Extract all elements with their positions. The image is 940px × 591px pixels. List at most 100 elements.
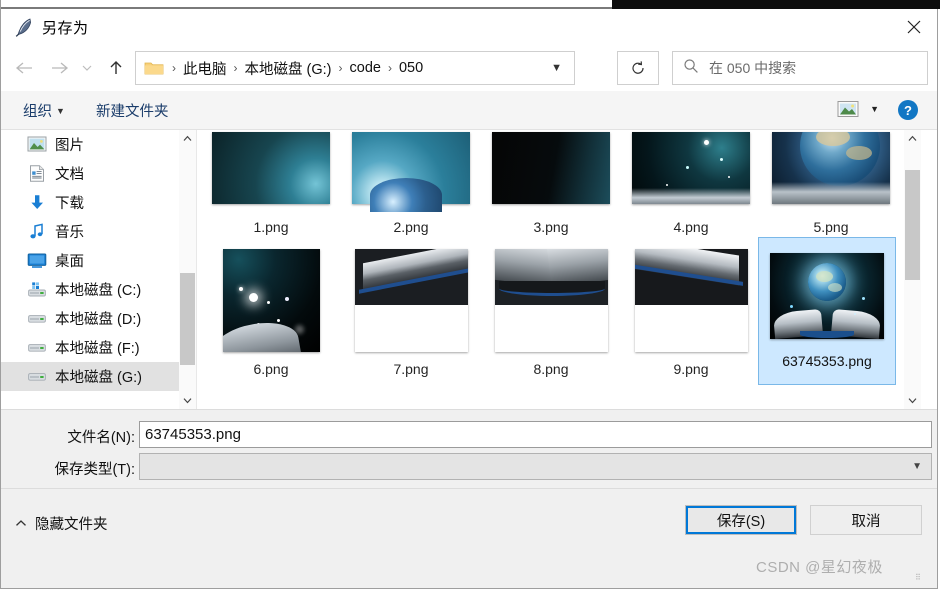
sidebar-item-local-disk-d[interactable]: 本地磁盘 (D:) [1, 304, 179, 333]
svg-text:?: ? [904, 103, 912, 118]
drive-icon [27, 368, 47, 386]
file-item-63745353[interactable]: 63745353.png [758, 237, 896, 385]
filetype-label: 保存类型(T): [54, 462, 135, 478]
refresh-button[interactable] [617, 51, 659, 85]
chevron-up-icon [183, 135, 192, 141]
sidebar-item-local-disk-f[interactable]: 本地磁盘 (F:) [1, 333, 179, 362]
sidebar-item-desktop[interactable]: 桌面 [1, 246, 179, 275]
thumbnail-image [222, 248, 320, 352]
background-window-strip [612, 0, 940, 9]
thumbnail [626, 246, 756, 354]
sidebar-item-label: 本地磁盘 (G:) [55, 370, 142, 386]
navigation-pane-scrollbar[interactable] [179, 130, 197, 409]
back-button[interactable] [9, 53, 39, 83]
file-name: 8.png [533, 361, 569, 377]
arrow-right-icon [52, 62, 69, 74]
file-item-4[interactable]: 4.png [621, 130, 761, 237]
save-button[interactable]: 保存(S) [685, 505, 797, 535]
chevron-down-icon [82, 65, 92, 71]
thumbnail [206, 246, 336, 354]
breadcrumb-item-2[interactable]: code [347, 59, 384, 77]
sidebar-item-label: 本地磁盘 (C:) [55, 283, 142, 299]
new-folder-button[interactable]: 新建文件夹 [96, 100, 169, 121]
chevron-down-icon: ▼ [56, 106, 65, 116]
thumbnail-image [772, 132, 890, 204]
drive-icon [27, 339, 47, 357]
thumbnail-image [632, 132, 750, 204]
forward-button[interactable] [45, 53, 75, 83]
sidebar-item-local-disk-g[interactable]: 本地磁盘 (G:) [1, 362, 179, 391]
file-item-3[interactable]: 3.png [481, 130, 621, 237]
dialog-footer: 隐藏文件夹 保存(S) 取消 [1, 488, 937, 570]
sidebar-item-label: 桌面 [55, 254, 84, 270]
close-button[interactable] [891, 9, 937, 45]
close-icon [907, 20, 921, 34]
arrow-left-icon [15, 62, 32, 74]
thumbnail [626, 130, 756, 212]
save-as-dialog: 另存为 › 此电脑 › 本地磁盘 (G:) › code › 050 ▼ 在 0… [0, 9, 938, 589]
navigation-bar: › 此电脑 › 本地磁盘 (G:) › code › 050 ▼ 在 050 中… [1, 45, 937, 91]
address-dropdown-chevron-down-icon[interactable]: ▼ [543, 62, 570, 74]
help-question-icon[interactable]: ? [897, 99, 919, 121]
cancel-button[interactable]: 取消 [810, 505, 922, 535]
address-bar[interactable]: › 此电脑 › 本地磁盘 (G:) › code › 050 ▼ [135, 51, 575, 85]
sidebar-item-label: 本地磁盘 (D:) [55, 312, 142, 328]
chevron-down-icon[interactable]: ▼ [912, 461, 926, 472]
organize-button[interactable]: 组织 ▼ [23, 100, 65, 121]
filename-input[interactable]: 63745353.png [139, 421, 932, 448]
file-item-9[interactable]: 9.png [621, 246, 761, 379]
thumbnail [346, 246, 476, 354]
sidebar-item-downloads[interactable]: 下载 [1, 188, 179, 217]
sidebar-item-local-disk-c[interactable]: 本地磁盘 (C:) [1, 275, 179, 304]
sidebar-item-pictures[interactable]: 图片 [1, 130, 179, 159]
scrollbar-thumb[interactable] [180, 273, 195, 365]
thumbnail-image [212, 132, 330, 204]
scroll-up-button[interactable] [179, 130, 196, 147]
title-bar: 另存为 [1, 9, 937, 45]
search-icon [683, 58, 699, 79]
page-title: 另存为 [42, 20, 89, 37]
sidebar-item-label: 图片 [55, 138, 84, 154]
thumbnail [762, 246, 892, 346]
recent-locations-button[interactable] [77, 53, 97, 83]
scroll-up-button[interactable] [904, 130, 921, 147]
thumbnail [486, 130, 616, 212]
breadcrumb-separator: › [338, 61, 343, 75]
file-item-1[interactable]: 1.png [201, 130, 341, 237]
file-item-8[interactable]: 8.png [481, 246, 621, 379]
chevron-up-icon [15, 518, 27, 530]
thumbnail [206, 130, 336, 212]
sidebar-item-label: 本地磁盘 (F:) [55, 341, 140, 357]
scroll-down-button[interactable] [179, 392, 196, 409]
breadcrumb-item-3[interactable]: 050 [396, 59, 426, 77]
file-item-5[interactable]: 5.png [761, 130, 901, 237]
filetype-dropdown[interactable]: ▼ [139, 453, 932, 480]
file-name: 63745353.png [782, 353, 872, 369]
sidebar-item-label: 音乐 [55, 225, 84, 241]
organize-label: 组织 [23, 104, 52, 120]
file-list-view[interactable]: 1.png 2.png 3.png 4.png 5.png 6.png 7.pn… [197, 130, 922, 409]
search-input[interactable]: 在 050 中搜索 [709, 58, 796, 78]
file-item-6[interactable]: 6.png [201, 246, 341, 379]
search-box[interactable]: 在 050 中搜索 [672, 51, 928, 85]
sidebar-item-documents[interactable]: 文档 [1, 159, 179, 188]
file-item-2[interactable]: 2.png [341, 130, 481, 237]
file-list-scrollbar[interactable] [904, 130, 921, 409]
file-name: 4.png [673, 219, 709, 235]
background-window-corner [0, 0, 1, 9]
view-options-chevron-down-icon[interactable]: ▼ [870, 104, 879, 114]
thumbnail [486, 246, 616, 354]
hide-folders-toggle[interactable]: 隐藏文件夹 [15, 513, 108, 534]
sidebar-item-music[interactable]: 音乐 [1, 217, 179, 246]
desktop-icon [27, 252, 47, 270]
file-item-7[interactable]: 7.png [341, 246, 481, 379]
picture-view-icon[interactable] [837, 100, 859, 118]
thumbnail-image [352, 132, 470, 212]
up-one-level-button[interactable] [101, 53, 131, 83]
scroll-down-button[interactable] [904, 392, 921, 409]
documents-icon [27, 164, 47, 183]
hide-folders-label: 隐藏文件夹 [35, 517, 108, 533]
breadcrumb-item-0[interactable]: 此电脑 [180, 57, 230, 80]
breadcrumb-item-1[interactable]: 本地磁盘 (G:) [242, 57, 335, 80]
scrollbar-thumb[interactable] [905, 170, 920, 280]
